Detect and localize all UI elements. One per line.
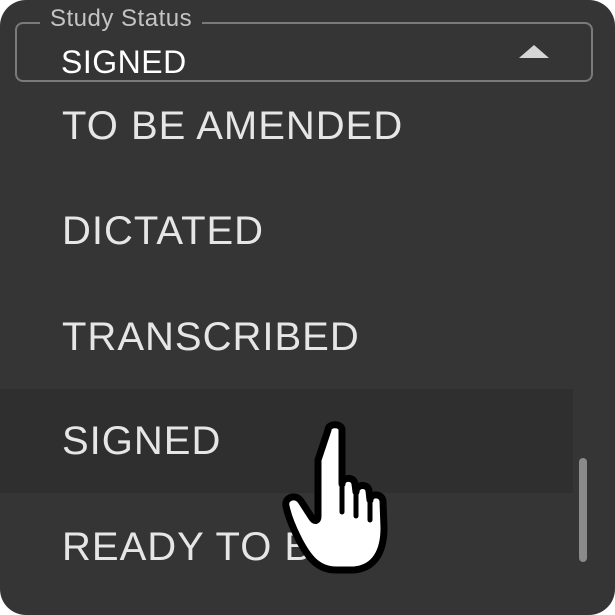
study-status-dropdown: Study Status SIGNED TO BE AMENDED DICTAT… bbox=[0, 0, 615, 615]
caret-up-icon[interactable] bbox=[519, 45, 549, 58]
option-dictated[interactable]: DICTATED bbox=[0, 179, 573, 283]
option-to-be-amended[interactable]: TO BE AMENDED bbox=[0, 84, 573, 178]
option-transcribed[interactable]: TRANSCRIBED bbox=[0, 285, 573, 389]
study-status-value[interactable]: SIGNED bbox=[61, 42, 187, 82]
hand-pointer-cursor-icon bbox=[282, 421, 388, 574]
study-status-label: Study Status bbox=[40, 4, 203, 34]
scrollbar-thumb[interactable] bbox=[579, 458, 587, 562]
